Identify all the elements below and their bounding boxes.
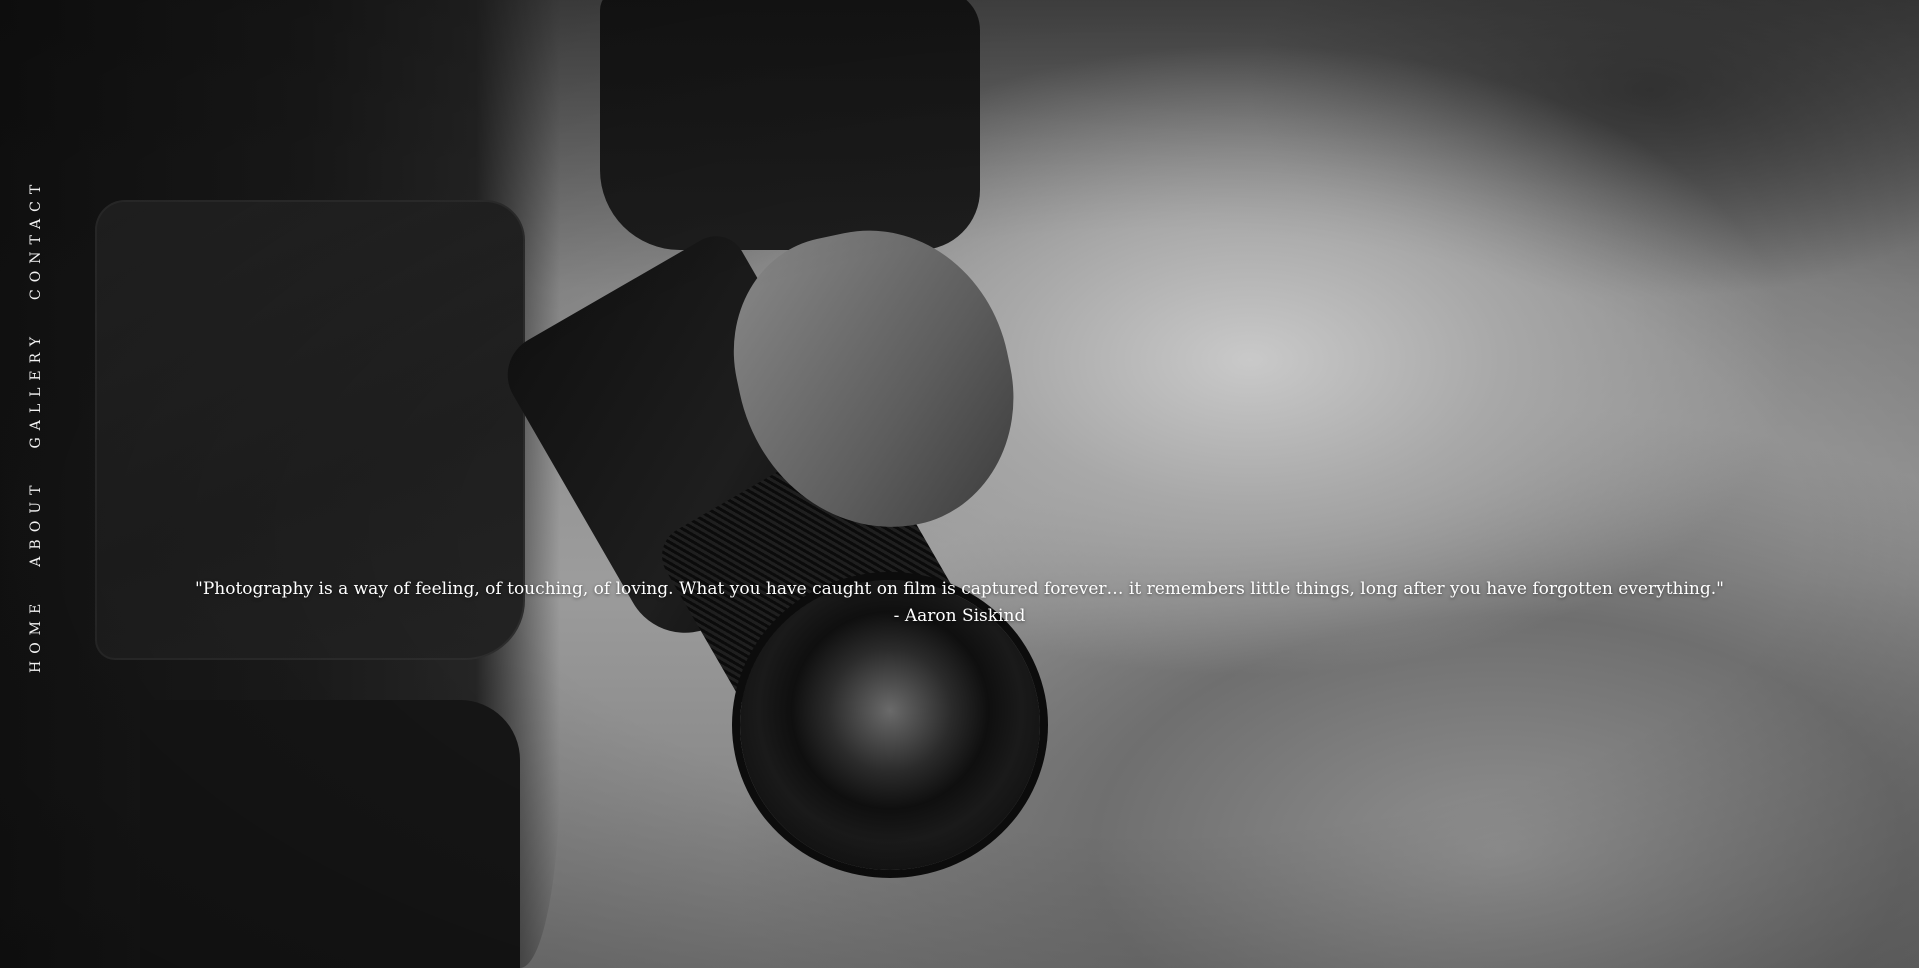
hero-quote: "Photography is a way of feeling, of tou… bbox=[0, 576, 1919, 630]
quote-text: "Photography is a way of feeling, of tou… bbox=[195, 579, 1724, 599]
nav-gallery-link[interactable]: GALLERY bbox=[28, 330, 44, 448]
hero-background: HOME ABOUT GALLERY CONTACT "Photography … bbox=[0, 0, 1919, 968]
quote-author: - Aaron Siskind bbox=[893, 606, 1026, 626]
vignette-overlay bbox=[0, 0, 1919, 968]
nav-about-link[interactable]: ABOUT bbox=[28, 478, 44, 566]
nav-contact-link[interactable]: CONTACT bbox=[28, 178, 44, 300]
